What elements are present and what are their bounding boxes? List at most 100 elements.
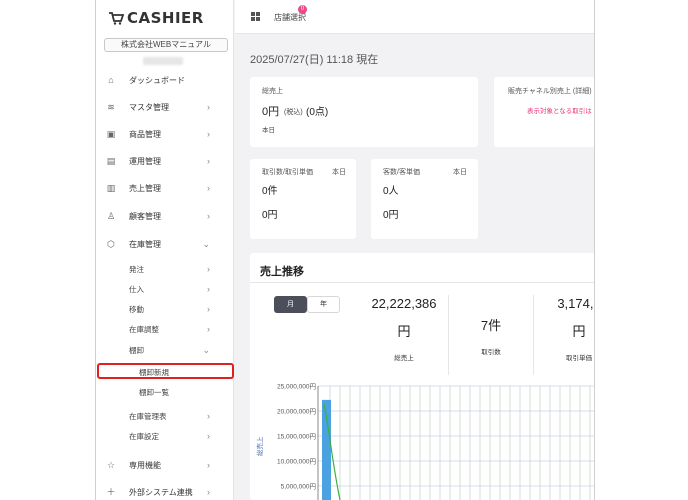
y-tick-label: 20,000,000円 <box>277 408 316 416</box>
chevron-right-icon: › <box>207 487 210 497</box>
sidebar-item-products[interactable]: ▣ 商品管理 › <box>96 124 234 144</box>
customers-count: 0人 <box>383 186 399 197</box>
sidebar-item-label: 在庫管理 <box>129 239 161 249</box>
box-icon: ⬡ <box>107 239 115 249</box>
sidebar-subitem-label: 在庫管理表 <box>129 411 167 421</box>
sidebar-subitem-stock-settings[interactable]: 在庫設定 › <box>96 428 234 444</box>
chevron-right-icon: › <box>207 211 210 221</box>
sidebar-subitem-order[interactable]: 発注 › <box>96 261 234 277</box>
sidebar-item-label: 売上管理 <box>129 183 161 193</box>
sidebar-item-label: マスタ管理 <box>129 102 169 112</box>
star-icon: ☆ <box>106 460 116 470</box>
home-icon: ⌂ <box>108 75 114 85</box>
logo-text: CASHIER <box>127 9 204 27</box>
chevron-right-icon: › <box>207 102 210 112</box>
stat-value: 22,222,386 <box>371 296 437 311</box>
plus-icon: ＋ <box>106 487 116 497</box>
app-window: CASHIER 株式会社WEBマニュアル ⌂ ダッシュボード ≋ マスタ管理 ›… <box>95 0 595 500</box>
sidebar: CASHIER 株式会社WEBマニュアル ⌂ ダッシュボード ≋ マスタ管理 ›… <box>96 0 234 500</box>
channel-sales-card: 販売チャネル別売上 (詳細) 表示対象となる取引は <box>494 77 594 147</box>
chevron-right-icon: › <box>207 156 210 166</box>
stat-unit: 円 <box>572 324 586 339</box>
sidebar-item-dashboard[interactable]: ⌂ ダッシュボード <box>96 70 234 90</box>
sidebar-subitem-inventory[interactable]: 棚卸 ⌄ <box>96 342 234 358</box>
sidebar-item-integrations[interactable]: ＋ 外部システム連携 › <box>96 482 234 500</box>
sidebar-subitem-stock-table[interactable]: 在庫管理表 › <box>96 408 234 424</box>
document-icon: ▤ <box>106 156 116 166</box>
sidebar-item-special[interactable]: ☆ 専用機能 › <box>96 455 234 475</box>
chevron-right-icon: › <box>207 129 210 139</box>
stat-unit-price: 3,174,6 円 取引単価 <box>534 296 594 376</box>
month-button[interactable]: 月 <box>274 296 307 313</box>
stat-label: 取引数 <box>481 349 501 356</box>
sidebar-subitem-label: 在庫設定 <box>129 431 159 441</box>
card-period: 本日 <box>262 127 275 134</box>
user-icon: ♙ <box>106 211 116 221</box>
card-title: 総売上 <box>262 88 283 95</box>
sales-value: 0円 <box>262 106 280 118</box>
stat-value: 7件 <box>480 318 502 333</box>
sales-count: (0点) <box>306 107 329 118</box>
stat-transactions: 7件 取引数 <box>449 296 533 376</box>
sidebar-subitem-label: 在庫調整 <box>129 324 159 334</box>
database-icon: ≋ <box>107 102 115 112</box>
sidebar-item-label: 顧客管理 <box>129 211 161 221</box>
divider <box>250 282 594 283</box>
transactions-count: 0件 <box>262 186 278 197</box>
sidebar-item-customers[interactable]: ♙ 顧客管理 › <box>96 206 234 226</box>
y-tick-label: 5,000,000円 <box>281 483 316 491</box>
notification-badge: 0 <box>298 5 307 14</box>
sidebar-item-sales[interactable]: ▥ 売上管理 › <box>96 178 234 198</box>
sales-chart: 25,000,000円 20,000,000円 15,000,000円 10,000,… <box>255 383 594 500</box>
y-axis-label: 総売上 <box>255 436 264 456</box>
sidebar-subitem-label: 発注 <box>129 264 144 274</box>
year-button[interactable]: 年 <box>307 296 340 313</box>
logo[interactable]: CASHIER <box>108 8 204 28</box>
y-tick-label: 10,000,000円 <box>277 458 316 466</box>
transactions-unit-price: 0円 <box>262 210 278 221</box>
sidebar-subitem-purchase[interactable]: 仕入 › <box>96 281 234 297</box>
customers-card: 客数/客単価 本日 0人 0円 <box>371 159 478 239</box>
chevron-down-icon: ⌄ <box>202 238 210 249</box>
user-name-blurred <box>143 57 183 65</box>
cart-icon <box>109 12 124 25</box>
sidebar-item-master[interactable]: ≋ マスタ管理 › <box>96 97 234 117</box>
sidebar-item-label: 外部システム連携 <box>129 487 193 497</box>
sidebar-subitem-label: 仕入 <box>129 284 144 294</box>
sidebar-item-operations[interactable]: ▤ 運用管理 › <box>96 151 234 171</box>
card-period: 本日 <box>453 169 467 176</box>
sidebar-item-label: 商品管理 <box>129 129 161 139</box>
card-title[interactable]: 販売チャネル別売上 (詳細) <box>508 86 592 96</box>
chevron-right-icon: › <box>207 460 210 470</box>
sidebar-item-label: ダッシュボード <box>129 75 185 85</box>
sidebar-subitem-transfer[interactable]: 移動 › <box>96 301 234 317</box>
stat-value: 3,174,6 <box>557 296 594 311</box>
top-bar: 店舗選択 0 <box>235 0 594 34</box>
chevron-down-icon: ⌄ <box>202 344 210 355</box>
sidebar-item-label: 専用機能 <box>129 460 161 470</box>
card-title: 客数/客単価 <box>383 169 420 176</box>
sidebar-item-stock[interactable]: ⬡ 在庫管理 ⌄ <box>96 234 234 254</box>
channel-note: 表示対象となる取引は <box>527 108 592 115</box>
stat-total-sales: 22,222,386 円 総売上 <box>360 296 448 376</box>
chevron-right-icon: › <box>207 431 210 441</box>
chevron-right-icon: › <box>207 324 210 334</box>
y-tick-label: 25,000,000円 <box>277 383 316 391</box>
chevron-right-icon: › <box>207 183 210 193</box>
y-tick-label: 15,000,000円 <box>277 433 316 441</box>
chevron-right-icon: › <box>207 411 210 421</box>
sidebar-subitem-inventory-list[interactable]: 棚卸一覧 <box>96 384 234 400</box>
sidebar-subitem-label: 棚卸一覧 <box>139 387 169 397</box>
sidebar-subitem-adjust[interactable]: 在庫調整 › <box>96 321 234 337</box>
sidebar-subitem-label: 移動 <box>129 304 144 314</box>
card-period: 本日 <box>332 169 346 176</box>
bar-chart-icon: ▥ <box>106 183 116 193</box>
apps-grid-icon[interactable] <box>251 12 260 21</box>
gift-icon: ▣ <box>106 129 116 139</box>
customers-unit-price: 0円 <box>383 210 399 221</box>
sales-tax-note: (税込) <box>284 109 303 116</box>
chevron-right-icon: › <box>207 264 210 274</box>
chevron-right-icon: › <box>207 304 210 314</box>
sidebar-item-label: 運用管理 <box>129 156 161 166</box>
company-name[interactable]: 株式会社WEBマニュアル <box>104 38 228 52</box>
